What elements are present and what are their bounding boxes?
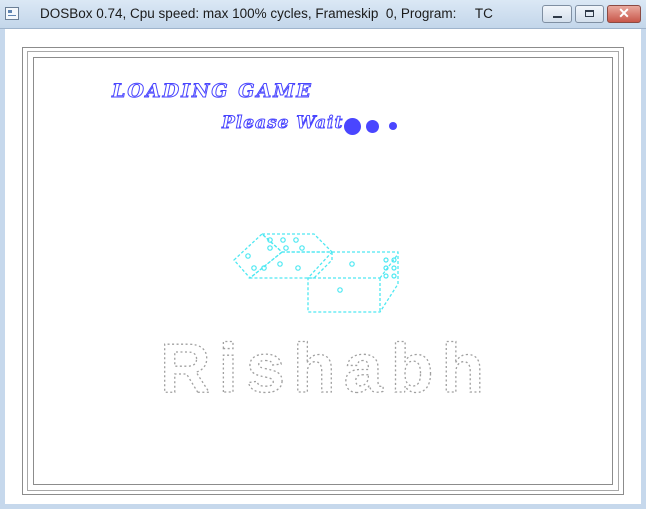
title-bar[interactable]: DOSBox 0.74, Cpu speed: max 100% cycles,… xyxy=(0,0,646,29)
minimize-button[interactable] xyxy=(542,5,572,23)
window-border-bottom xyxy=(0,504,646,509)
rishabh-banner-text: Rishabh xyxy=(160,338,492,402)
dice-icon xyxy=(233,233,399,313)
loading-game-title: LOADING GAME xyxy=(112,80,313,103)
window-border-right xyxy=(641,29,646,509)
window-title: DOSBox 0.74, Cpu speed: max 100% cycles,… xyxy=(40,6,493,21)
close-icon: ✕ xyxy=(618,5,630,21)
dosbox-app-icon[interactable] xyxy=(5,7,19,20)
maximize-button[interactable] xyxy=(575,5,604,23)
close-button[interactable]: ✕ xyxy=(607,5,641,23)
please-wait-text: Please Wait xyxy=(221,113,344,134)
progress-dot-large xyxy=(344,118,361,135)
progress-dot-medium xyxy=(366,120,379,133)
progress-dot-small xyxy=(389,122,397,130)
rishabh-banner: Rishabh xyxy=(159,338,492,402)
